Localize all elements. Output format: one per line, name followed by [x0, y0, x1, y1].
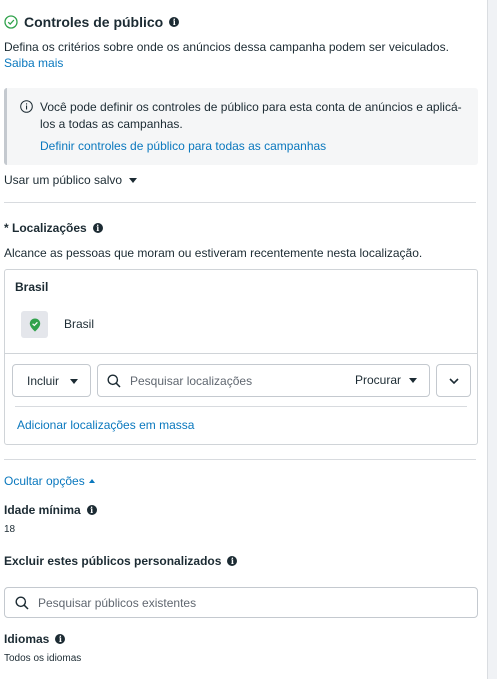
caret-down-icon [70, 379, 78, 384]
min-age-title: Idade mínima [4, 503, 81, 517]
info-icon[interactable]: i [86, 505, 97, 515]
search-icon [107, 374, 121, 388]
include-label: Incluir [27, 373, 60, 388]
audience-search-input[interactable] [38, 594, 458, 612]
languages-header: Idiomas i [4, 632, 66, 646]
info-icon[interactable]: i [55, 634, 66, 644]
locations-description: Alcance as pessoas que moram ou estivera… [4, 246, 423, 260]
hide-options-label: Ocultar opções [4, 474, 85, 488]
caret-down-icon [409, 377, 417, 383]
section-title: Controles de público [24, 14, 164, 30]
locations-header: * Localizações i [4, 221, 103, 235]
info-icon[interactable]: i [169, 17, 180, 27]
languages-value[interactable]: Todos os idiomas [4, 653, 81, 664]
account-controls-notice: Você pode definir os controles de públic… [4, 88, 478, 165]
divider [15, 406, 467, 407]
chevron-down-icon [448, 377, 459, 384]
bulk-add-locations-link[interactable]: Adicionar localizações em massa [17, 418, 194, 432]
caret-up-icon [88, 479, 95, 483]
languages-title: Idiomas [4, 632, 50, 646]
expand-button[interactable] [436, 364, 471, 397]
location-search-box: Procurar [97, 364, 430, 397]
section-header: Controles de público i [4, 14, 180, 30]
include-dropdown[interactable]: Incluir [12, 364, 91, 397]
caret-down-icon [129, 177, 138, 183]
divider [4, 459, 476, 460]
search-mode-label: Procurar [354, 373, 401, 387]
exclude-audiences-title: Excluir estes públicos personalizados [4, 554, 222, 568]
divider [4, 202, 476, 203]
info-icon[interactable]: i [92, 223, 103, 233]
info-outline-icon [20, 100, 33, 113]
notice-text: Você pode definir os controles de públic… [40, 100, 462, 131]
set-controls-all-campaigns-link[interactable]: Definir controles de público para todas … [40, 139, 326, 153]
saved-audience-label: Usar um público salvo [4, 173, 123, 187]
section-description: Defina os critérios sobre onde os anúnci… [4, 40, 449, 70]
hide-options-toggle[interactable]: Ocultar opções [4, 474, 95, 488]
info-icon[interactable]: i [227, 556, 238, 566]
location-group-header: Brasil [15, 280, 49, 294]
search-mode-dropdown[interactable]: Procurar [355, 373, 417, 387]
min-age-value[interactable]: 18 [4, 524, 15, 535]
locations-box: Brasil Brasil Incluir Procurar Adicionar… [4, 269, 478, 445]
saved-audience-dropdown[interactable]: Usar um público salvo [4, 173, 138, 187]
min-age-header: Idade mínima i [4, 503, 97, 517]
location-search-input[interactable] [130, 372, 340, 390]
location-pin-badge [21, 311, 48, 338]
locations-title: * Localizações [4, 221, 87, 235]
divider [5, 353, 477, 354]
audience-search-box [4, 587, 478, 618]
panel-scroll-edge [487, 0, 497, 679]
map-pin-icon [29, 318, 40, 331]
check-circle-icon [4, 15, 18, 29]
learn-more-link[interactable]: Saiba mais [4, 56, 63, 70]
selected-location[interactable]: Brasil [64, 317, 94, 331]
search-icon [15, 596, 29, 610]
exclude-audiences-header: Excluir estes públicos personalizados i [4, 554, 238, 568]
